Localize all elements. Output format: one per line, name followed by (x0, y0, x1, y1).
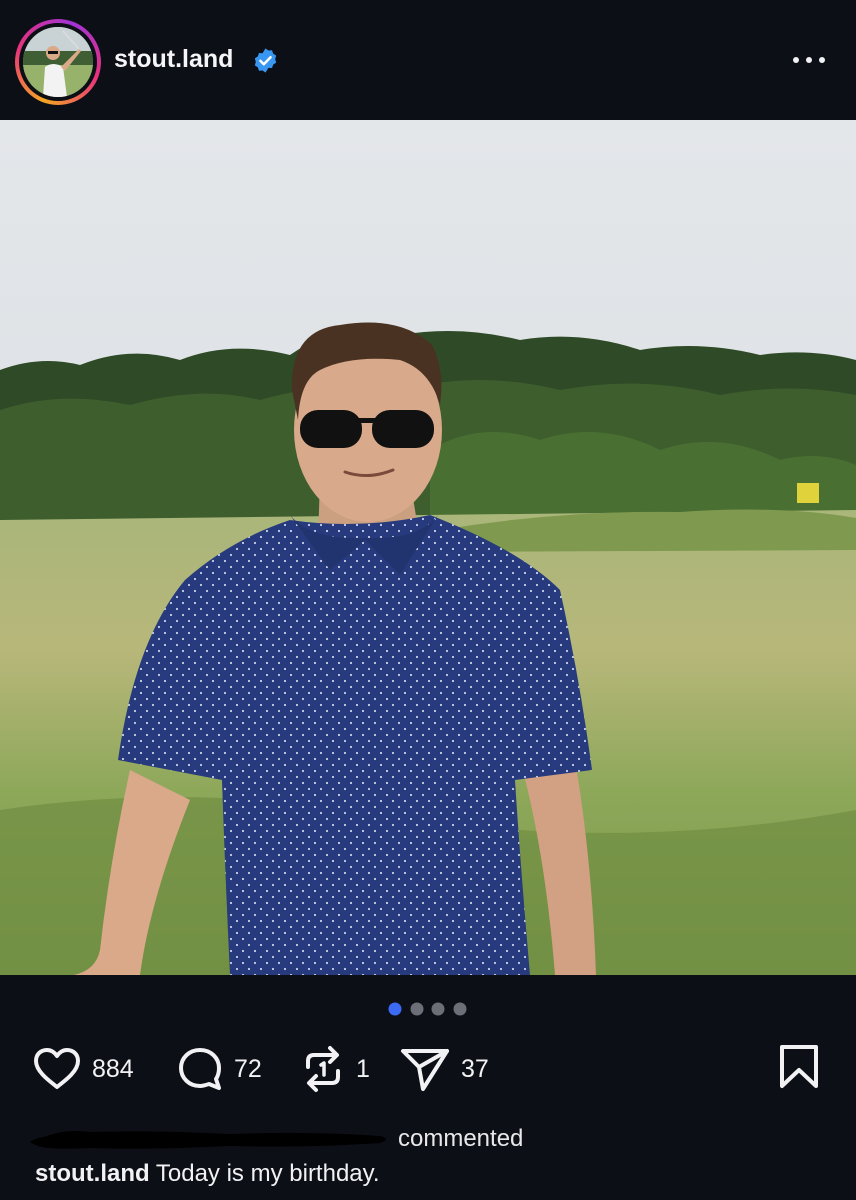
repost-count: 1 (356, 1054, 370, 1083)
story-ring[interactable] (15, 19, 101, 105)
paper-plane-icon (401, 1049, 449, 1091)
post-photo[interactable] (0, 120, 856, 975)
caption-username[interactable]: stout.land (35, 1160, 150, 1187)
redacted-name (30, 1131, 386, 1149)
post-caption: stout.land Today is my birthday. (35, 1160, 380, 1188)
repost-button[interactable]: 1 (300, 1045, 370, 1093)
comment-count: 72 (234, 1054, 262, 1083)
bookmark-icon[interactable] (778, 1044, 820, 1090)
carousel-dot (431, 1002, 445, 1016)
comment-button[interactable]: 72 (176, 1045, 262, 1093)
username[interactable]: stout.land (114, 45, 233, 74)
like-count: 884 (92, 1054, 134, 1083)
heart-icon (34, 1048, 80, 1089)
repost-icon (306, 1046, 340, 1092)
carousel-dot (410, 1002, 424, 1016)
post-header: stout.land (0, 0, 856, 120)
carousel-indicator[interactable] (386, 1001, 476, 1017)
comment-bubble-icon (179, 1048, 221, 1090)
avatar-frame (19, 23, 97, 101)
caption-text: Today is my birthday. (155, 1160, 380, 1187)
activity-text: commented (398, 1125, 524, 1152)
avatar-image (23, 27, 93, 97)
carousel-dot (453, 1002, 467, 1016)
verified-badge-icon (254, 48, 277, 73)
like-button[interactable]: 884 (32, 1045, 134, 1093)
more-horizontal-icon[interactable] (789, 48, 829, 72)
post-image (0, 120, 856, 975)
share-count: 37 (461, 1054, 489, 1083)
avatar[interactable] (23, 27, 93, 97)
comment-activity: commented (30, 1122, 630, 1158)
share-button[interactable]: 37 (399, 1045, 489, 1093)
carousel-dot-active (388, 1002, 402, 1016)
